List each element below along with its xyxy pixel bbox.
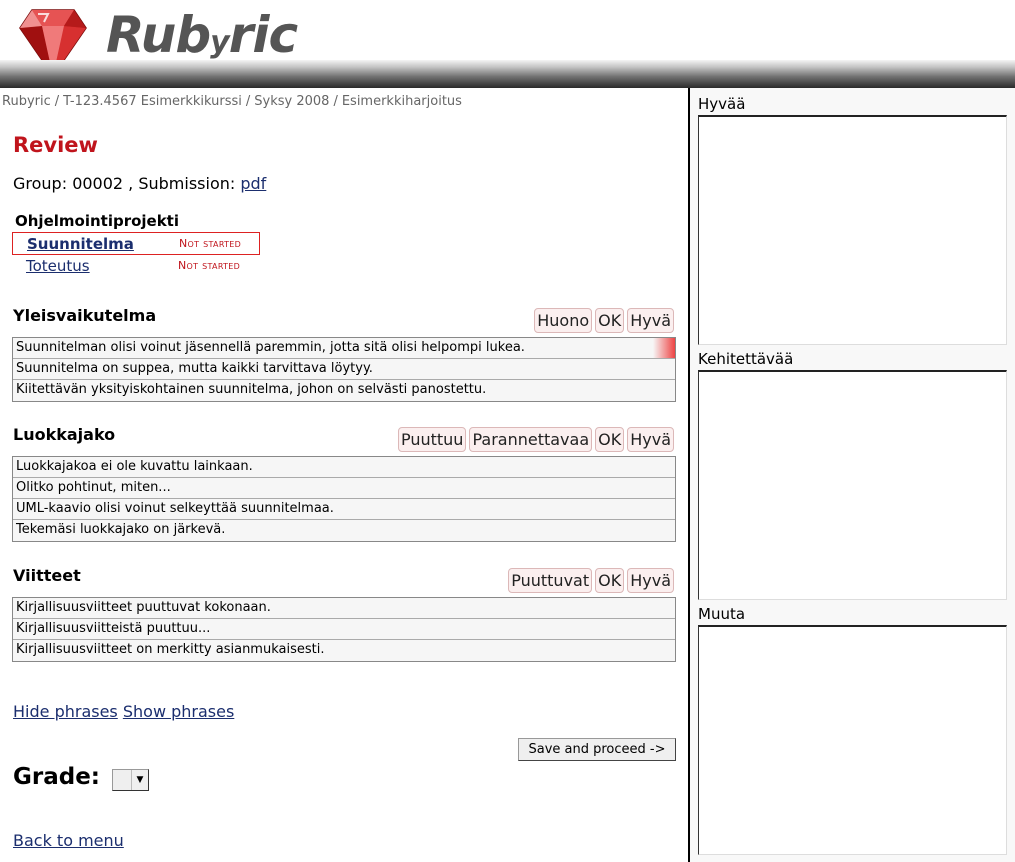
rubric-navigation: Ohjelmointiprojekti Suunnitelma Not star… [12,212,260,278]
phrase-item[interactable]: Kirjallisuusviitteet puuttuvat kokonaan. [13,598,675,619]
phrase-item[interactable]: Suunnitelman olisi voinut jäsennellä par… [13,338,675,359]
grade-buttons: Puuttuvat OK Hyvä [508,568,674,593]
grade-buttons: Huono OK Hyvä [534,308,674,333]
phrase-item[interactable]: Olitko pohtinut, miten... [13,478,675,499]
breadcrumb-item[interactable]: Esimerkkiharjoitus [342,94,462,109]
phrase-item[interactable]: UML-kaavio olisi voinut selkeyttää suunn… [13,499,675,520]
breadcrumb: Rubyric / T-123.4567 Esimerkkikurssi / Syksy… [2,94,462,109]
phrase-item[interactable]: Kirjallisuusviitteet on merkitty asianmu… [13,640,675,661]
submission-link[interactable]: pdf [240,174,266,193]
rubric-page-link[interactable]: Suunnitelma [27,235,134,253]
rubric-page-item[interactable]: Suunnitelma Not started [12,232,260,255]
phrase-item[interactable]: Tekemäsi luokkajako on järkevä. [13,520,675,541]
criterion-title: Viitteet [13,566,81,585]
criterion-yleisvaikutelma: Yleisvaikutelma Huono OK Hyvä Suunnitelm… [12,300,676,402]
chevron-down-icon: ▼ [131,770,148,790]
status-badge: Not started [179,237,242,250]
grade-button-hyva[interactable]: Hyvä [627,568,674,593]
show-phrases-link[interactable]: Show phrases [123,702,234,721]
grade-button-ok[interactable]: OK [595,308,625,333]
feedback-label: Kehitettävää [698,350,794,368]
grade-button-hyva[interactable]: Hyvä [627,308,674,333]
group-info: Group: 00002 , Submission: pdf [13,174,266,193]
header-bar [0,60,1015,88]
phrase-list: Kirjallisuusviitteet puuttuvat kokonaan.… [12,597,676,662]
feedback-panel: Hyvää Kehitettävää Muuta [690,88,1015,862]
grade-label: Grade: [13,764,101,790]
phrase-item[interactable]: Kiitettävän yksityiskohtainen suunnitelm… [13,380,675,401]
phrase-list: Luokkajakoa ei ole kuvattu lainkaan. Oli… [12,456,676,542]
rubric-page-item[interactable]: Toteutus Not started [12,255,260,278]
phrase-item[interactable]: Suunnitelma on suppea, mutta kaikki tarv… [13,359,675,380]
phrase-toggle-links: Hide phrases Show phrases [13,702,234,721]
hide-phrases-link[interactable]: Hide phrases [13,702,118,721]
criterion-viitteet: Viitteet Puuttuvat OK Hyvä Kirjallisuusv… [12,560,676,662]
breadcrumb-item[interactable]: Syksy 2008 [254,94,329,109]
criterion-luokkajako: Luokkajako Puuttuu Parannettavaa OK Hyvä… [12,419,676,542]
group-info-text: Group: 00002 , Submission: [13,174,241,193]
feedback-textarea-kehitettavaa[interactable] [698,370,1007,600]
criterion-title: Luokkajako [13,425,116,444]
grade-button-parannettavaa[interactable]: Parannettavaa [469,427,593,452]
grade-button-puuttuu[interactable]: Puuttuu [397,427,467,452]
grade-button-ok[interactable]: OK [595,427,625,452]
main-content: Rubyric / T-123.4567 Esimerkkikurssi / Syksy… [0,88,688,862]
grade-button-hyva[interactable]: Hyvä [627,427,674,452]
status-badge: Not started [178,259,241,272]
header: Rubyric [0,0,1015,88]
grade-button-puuttuvat[interactable]: Puuttuvat [508,568,593,593]
rubric-page-link[interactable]: Toteutus [26,257,90,275]
breadcrumb-item[interactable]: Rubyric [2,94,51,109]
save-and-proceed-button[interactable]: Save and proceed -> [518,738,676,761]
feedback-label: Hyvää [698,95,746,113]
breadcrumb-item[interactable]: T-123.4567 Esimerkkikurssi [63,94,242,109]
page-title: Review [13,133,98,157]
feedback-textarea-hyvaa[interactable] [698,115,1007,345]
phrase-item[interactable]: Kirjallisuusviitteistä puuttuu... [13,619,675,640]
grade-button-ok[interactable]: OK [595,568,625,593]
criterion-title: Yleisvaikutelma [13,306,157,325]
grade-button-huono[interactable]: Huono [534,308,593,333]
back-to-menu-link[interactable]: Back to menu [13,831,124,850]
logo-text: Rubyric [106,6,298,64]
phrase-item[interactable]: Luokkajakoa ei ole kuvattu lainkaan. [13,457,675,478]
feedback-textarea-muuta[interactable] [698,625,1007,855]
feedback-label: Muuta [698,605,746,623]
phrase-list: Suunnitelman olisi voinut jäsennellä par… [12,337,676,402]
grade-select[interactable]: ▼ [112,769,149,791]
grade-buttons: Puuttuu Parannettavaa OK Hyvä [397,427,674,452]
rubric-section-title: Ohjelmointiprojekti [15,212,179,230]
